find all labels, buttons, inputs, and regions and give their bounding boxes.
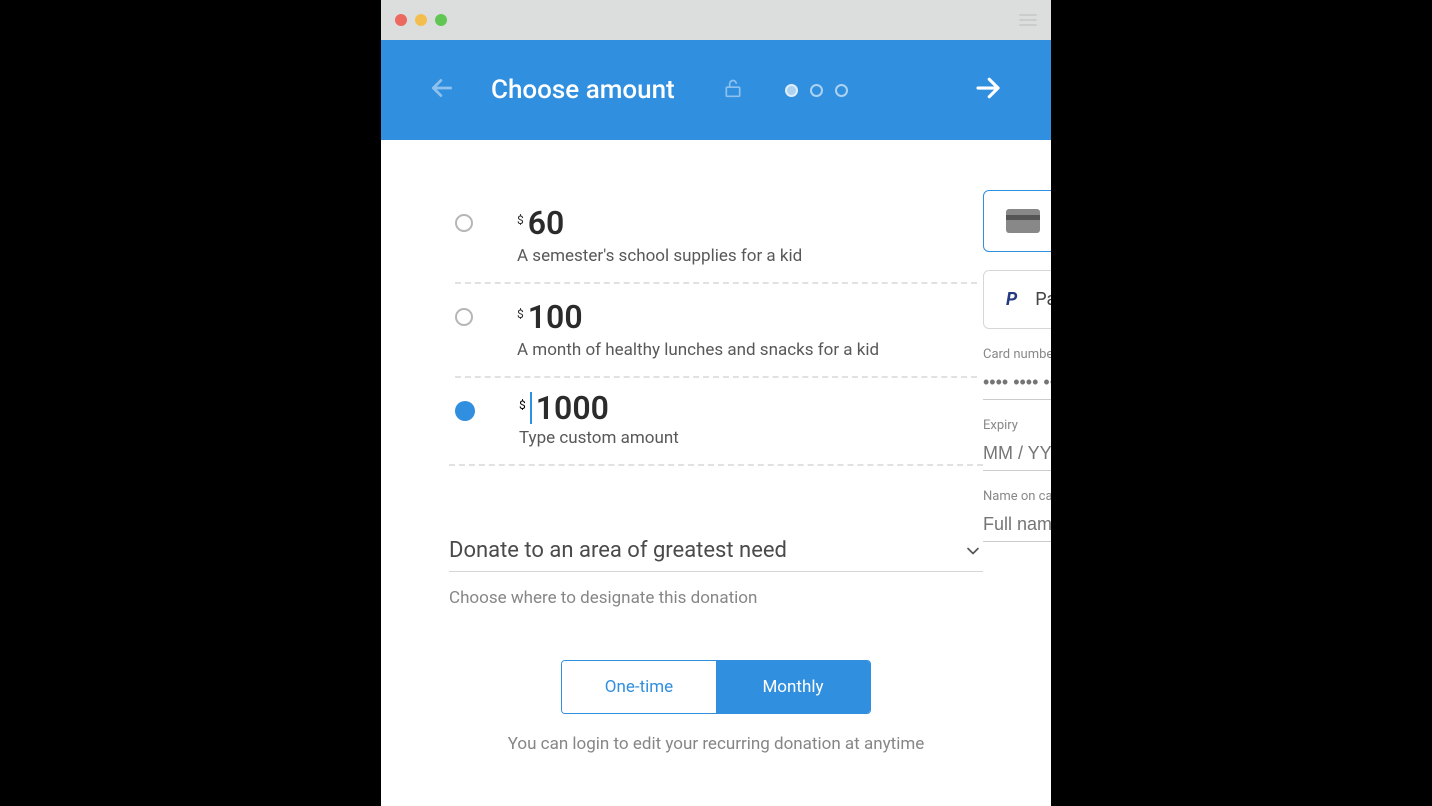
designation-hint: Choose where to designate this donation (449, 588, 983, 608)
card-expiry-field: Expiry (983, 418, 1051, 471)
amount-option-custom[interactable]: $ 1000 Type custom amount (455, 376, 977, 464)
amount-description: Type custom amount (519, 428, 679, 448)
frequency-toggle: One-time Monthly (561, 660, 871, 714)
card-expiry-input[interactable] (983, 437, 1051, 471)
chevron-down-icon (963, 541, 983, 561)
custom-amount-input[interactable]: 1000 (530, 392, 609, 424)
amount-value: 60 (528, 204, 565, 242)
amount-list: $60 A semester's school supplies for a k… (449, 190, 983, 466)
paypal-icon: P (1006, 289, 1017, 310)
arrow-left-icon (429, 75, 455, 101)
currency-symbol: $ (517, 307, 524, 321)
payment-view: Credit card P PayPal Card number Expiry … (983, 190, 1051, 754)
window-chrome (381, 0, 1051, 40)
card-name-input[interactable] (983, 508, 1051, 542)
menu-icon[interactable] (1019, 14, 1037, 26)
pager-step-3 (835, 84, 848, 97)
minimize-dot[interactable] (415, 14, 427, 26)
radio-icon (455, 214, 473, 232)
currency-symbol: $ (517, 213, 524, 227)
traffic-lights (395, 14, 447, 26)
frequency-hint: You can login to edit your recurring don… (449, 734, 983, 754)
next-button[interactable] (973, 73, 1003, 107)
close-dot[interactable] (395, 14, 407, 26)
fullscreen-dot[interactable] (435, 14, 447, 26)
app-window: Choose amount $60 A semester's (381, 0, 1051, 806)
field-label: Card number (983, 347, 1051, 362)
checkout-header: Choose amount (381, 40, 1051, 140)
back-button[interactable] (429, 75, 455, 105)
amount-description: A semester's school supplies for a kid (517, 246, 802, 266)
card-name-field: Name on card (983, 489, 1051, 542)
credit-card-icon (1006, 209, 1040, 233)
pager-step-1 (785, 84, 798, 97)
amount-option-100[interactable]: $100 A month of healthy lunches and snac… (455, 282, 977, 376)
amount-option-60[interactable]: $60 A semester's school supplies for a k… (455, 190, 977, 282)
radio-icon (455, 308, 473, 326)
step-title: Choose amount (491, 75, 675, 105)
field-label: Name on card (983, 489, 1051, 504)
paymethod-paypal[interactable]: P PayPal (983, 270, 1051, 329)
radio-icon (455, 401, 475, 421)
pager-step-2 (810, 84, 823, 97)
amount-description: A month of healthy lunches and snacks fo… (517, 340, 879, 360)
designation-value: Donate to an area of greatest need (449, 538, 787, 563)
paymethod-label: PayPal (1035, 289, 1051, 310)
card-number-field: Card number (983, 347, 1051, 400)
card-number-input[interactable] (983, 366, 1051, 400)
amount-view: $60 A semester's school supplies for a k… (449, 190, 983, 754)
content-area: $60 A semester's school supplies for a k… (381, 140, 1051, 806)
currency-symbol: $ (519, 398, 526, 412)
paymethod-card[interactable]: Credit card (983, 190, 1051, 252)
arrow-right-icon (973, 73, 1003, 103)
amount-value: 100 (528, 298, 583, 336)
step-pager (785, 84, 848, 97)
frequency-monthly[interactable]: Monthly (716, 661, 870, 713)
field-label: Expiry (983, 418, 1051, 433)
frequency-onetime[interactable]: One-time (562, 661, 716, 713)
lock-icon (723, 76, 743, 104)
header-left: Choose amount (429, 75, 848, 105)
designation-select[interactable]: Donate to an area of greatest need (449, 538, 983, 572)
